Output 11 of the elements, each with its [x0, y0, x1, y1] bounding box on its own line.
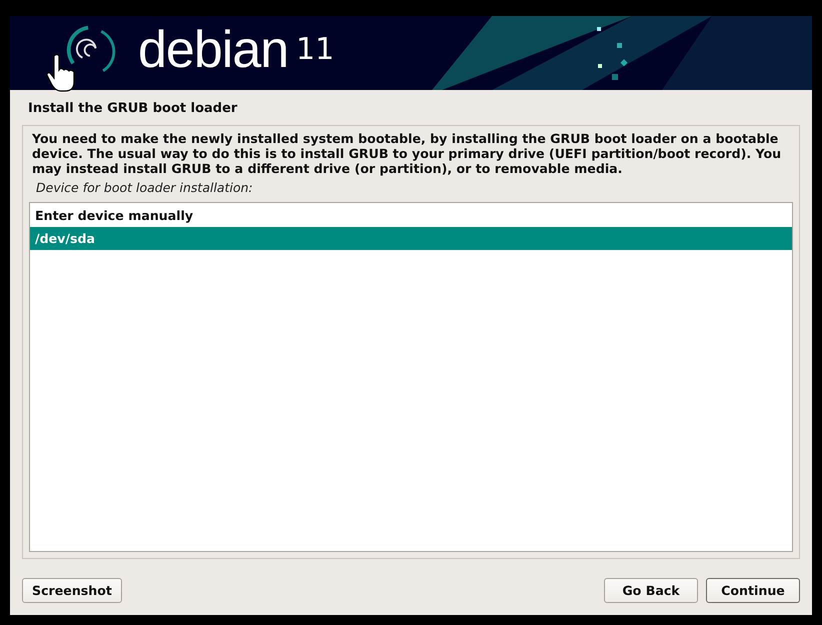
version-number: 11: [296, 32, 334, 68]
prompt-label: Device for boot loader installation:: [36, 180, 254, 195]
continue-button[interactable]: Continue: [706, 578, 800, 603]
description-text: You need to make the newly installed system bootable, by installing the GRUB boot loader on a bootable device. The usual way to do this is to install GRUB to your primary drive (UEFI partition/boot record). You may instead install GRUB to a different drive (or partition), or to removable media.: [32, 131, 782, 176]
debian-logo: debian: [138, 20, 288, 80]
page-title: Install the GRUB boot loader: [28, 101, 238, 118]
list-item[interactable]: /dev/sda: [30, 227, 792, 250]
hand-cursor-icon: [46, 52, 76, 92]
screenshot-button[interactable]: Screenshot: [22, 578, 122, 603]
back-button[interactable]: Go Back: [604, 578, 698, 603]
list-item[interactable]: Enter device manually: [30, 204, 792, 227]
